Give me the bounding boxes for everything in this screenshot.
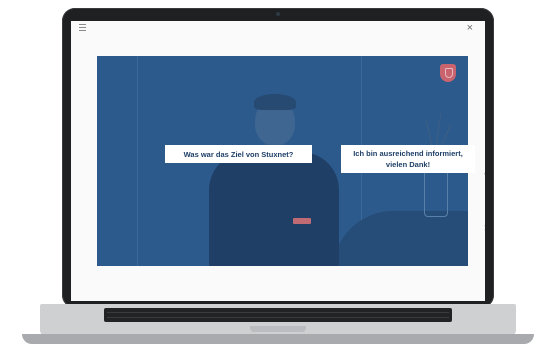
- laptop-screen: × Was war das Ziel von Stuxnet? Ich bin …: [71, 21, 485, 301]
- trackpad-notch: [250, 326, 306, 332]
- choice-button-informed[interactable]: Ich bin ausreichend informiert, vielen D…: [341, 145, 475, 173]
- chevron-left-icon[interactable]: ‹: [484, 168, 485, 180]
- chevron-right-icon[interactable]: ›: [484, 222, 485, 234]
- choice-button-stuxnet[interactable]: Was war das Ziel von Stuxnet?: [165, 145, 312, 163]
- keyboard: [104, 308, 452, 322]
- presenter-body: [209, 152, 339, 266]
- laptop-lid: × Was war das Ziel von Stuxnet? Ich bin …: [62, 8, 494, 308]
- laptop-base-lip: [22, 334, 534, 344]
- hamburger-menu-icon[interactable]: [79, 24, 86, 31]
- choice-label: Ich bin ausreichend informiert, vielen D…: [353, 149, 463, 169]
- key-row: [107, 317, 449, 318]
- presenter-hair: [254, 94, 296, 110]
- laptop-deck: [40, 304, 516, 336]
- key-row: [107, 312, 449, 313]
- shield-logo-icon: [440, 64, 456, 82]
- table-shape: [333, 211, 468, 266]
- shirt-logo-icon: [293, 218, 311, 224]
- choice-label: Was war das Ziel von Stuxnet?: [183, 149, 294, 159]
- wall-panel-line: [137, 56, 138, 266]
- close-icon[interactable]: ×: [467, 23, 473, 34]
- camera-icon: [276, 12, 280, 16]
